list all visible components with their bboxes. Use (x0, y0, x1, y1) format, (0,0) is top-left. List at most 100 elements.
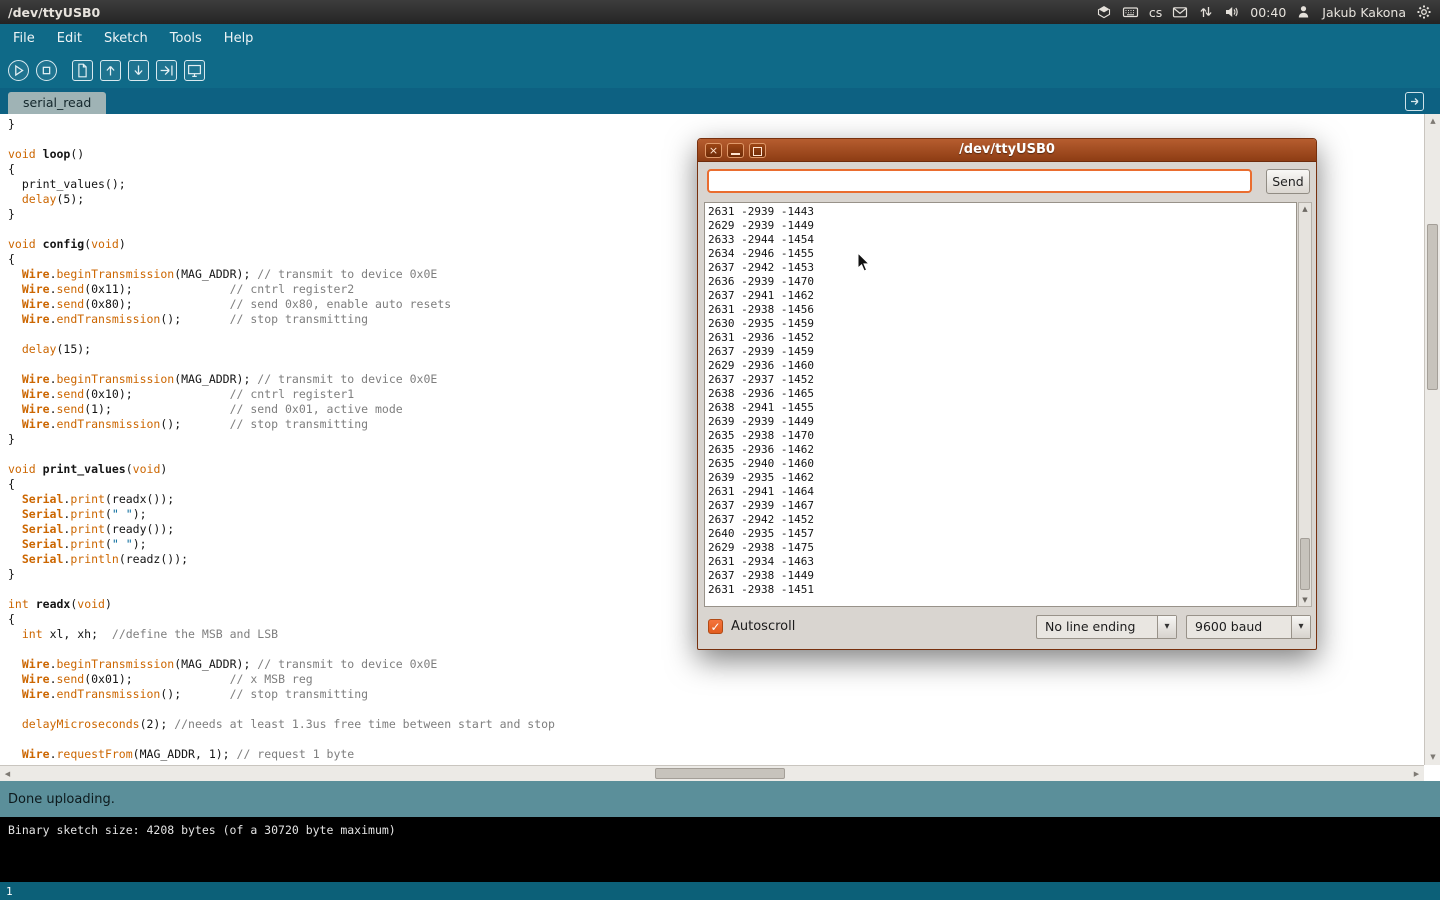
serial-output-line: 2637 -2942 -1453 (708, 261, 814, 275)
menu-sketch[interactable]: Sketch (93, 26, 159, 51)
serial-output-line: 2637 -2941 -1462 (708, 289, 814, 303)
network-arrows-icon[interactable] (1198, 4, 1214, 20)
serial-output-area[interactable]: 2631 -2939 -14432629 -2939 -14492633 -29… (704, 202, 1297, 607)
menu-help[interactable]: Help (213, 26, 265, 51)
menu-bar: File Edit Sketch Tools Help (0, 24, 1440, 52)
code-line: { (8, 612, 555, 627)
line-status-bar: 1 (0, 882, 1440, 900)
verify-button[interactable] (8, 60, 29, 81)
serial-output-line: 2639 -2939 -1449 (708, 415, 814, 429)
scroll-down-icon[interactable] (1425, 750, 1440, 765)
serial-output-line: 2630 -2935 -1459 (708, 317, 814, 331)
serial-output-line: 2633 -2944 -1454 (708, 233, 814, 247)
code-line: delay(5); (8, 192, 555, 207)
code-line: } (8, 117, 555, 132)
serial-output-line: 2635 -2936 -1462 (708, 443, 814, 457)
system-tray: cs 00:40 Jakub Kakona (1096, 4, 1432, 20)
code-line: void loop() (8, 147, 555, 162)
serial-output-line: 2640 -2935 -1457 (708, 527, 814, 541)
arduino-ide-screen: /dev/ttyUSB0 cs 00:40 Jakub Kakona File … (0, 0, 1440, 900)
scroll-left-icon[interactable] (0, 766, 15, 782)
new-sketch-button[interactable] (72, 60, 93, 81)
tab-menu-button[interactable] (1405, 92, 1424, 111)
serial-monitor-titlebar[interactable]: /dev/ttyUSB0 (698, 139, 1316, 162)
code-line: Wire.endTransmission(); // stop transmit… (8, 687, 555, 702)
serial-output-line: 2631 -2939 -1443 (708, 205, 814, 219)
keyboard-icon[interactable] (1122, 4, 1139, 20)
serial-output-scrollbar[interactable] (1298, 202, 1312, 607)
gear-icon[interactable] (1416, 4, 1432, 20)
code-line (8, 642, 555, 657)
editor-horizontal-scrollbar[interactable] (0, 765, 1424, 781)
serial-output-line: 2634 -2946 -1455 (708, 247, 814, 261)
mail-icon[interactable] (1172, 4, 1188, 20)
code-line: Wire.beginTransmission(MAG_ADDR); // tra… (8, 657, 555, 672)
autoscroll-checkbox[interactable] (708, 619, 723, 634)
chevron-down-icon[interactable] (1157, 616, 1176, 638)
code-text: } void loop() { print_values(); delay(5);… (8, 117, 555, 762)
baud-rate-select[interactable]: 9600 baud (1186, 615, 1311, 639)
serial-output-line: 2637 -2942 -1452 (708, 513, 814, 527)
serial-output-line: 2631 -2941 -1464 (708, 485, 814, 499)
code-line: } (8, 207, 555, 222)
code-line: Serial.print(" "); (8, 537, 555, 552)
code-line: delayMicroseconds(2); //needs at least 1… (8, 717, 555, 732)
code-line: int xl, xh; //define the MSB and LSB (8, 627, 555, 642)
serial-output-line: 2637 -2939 -1467 (708, 499, 814, 513)
code-line: Wire.send(0x11); // cntrl register2 (8, 282, 555, 297)
line-ending-select[interactable]: No line ending (1036, 615, 1177, 639)
menu-tools[interactable]: Tools (159, 26, 213, 51)
top-panel: /dev/ttyUSB0 cs 00:40 Jakub Kakona (0, 0, 1440, 24)
toolbar (0, 52, 1440, 88)
menu-edit[interactable]: Edit (46, 26, 93, 51)
scroll-right-icon[interactable] (1409, 766, 1424, 782)
serial-output-line: 2631 -2936 -1452 (708, 331, 814, 345)
serial-monitor-button[interactable] (184, 60, 205, 81)
serial-send-input[interactable] (707, 169, 1252, 193)
dropbox-icon[interactable] (1096, 4, 1112, 20)
volume-icon[interactable] (1224, 4, 1240, 20)
code-line: Wire.beginTransmission(MAG_ADDR); // tra… (8, 372, 555, 387)
code-line: print_values(); (8, 177, 555, 192)
scroll-up-icon[interactable] (1425, 114, 1440, 129)
tab-serial-read[interactable]: serial_read (8, 92, 106, 114)
serial-output-line: 2629 -2939 -1449 (708, 219, 814, 233)
serial-output-line: 2629 -2936 -1460 (708, 359, 814, 373)
code-line: { (8, 477, 555, 492)
serial-output-line: 2638 -2936 -1465 (708, 387, 814, 401)
send-button[interactable]: Send (1266, 169, 1310, 194)
current-line-number: 1 (6, 885, 13, 898)
console-text: Binary sketch size: 4208 bytes (of a 307… (8, 823, 396, 837)
serial-scroll-down-icon[interactable] (1299, 594, 1311, 606)
user-icon (1296, 4, 1312, 20)
chevron-down-icon[interactable] (1291, 616, 1310, 638)
serial-scroll-thumb[interactable] (1300, 538, 1310, 590)
serial-output-line: 2629 -2938 -1475 (708, 541, 814, 555)
username[interactable]: Jakub Kakona (1322, 5, 1406, 20)
open-button[interactable] (100, 60, 121, 81)
autoscroll-label: Autoscroll (731, 619, 795, 634)
code-line: Wire.requestFrom(MAG_ADDR, 1); // reques… (8, 747, 555, 762)
code-line (8, 327, 555, 342)
code-line: Wire.send(1); // send 0x01, active mode (8, 402, 555, 417)
keyboard-layout-indicator[interactable]: cs (1149, 5, 1162, 20)
editor-vertical-scrollbar[interactable] (1424, 114, 1440, 765)
save-button[interactable] (128, 60, 149, 81)
serial-output-line: 2637 -2939 -1459 (708, 345, 814, 359)
code-line: void config(void) (8, 237, 555, 252)
serial-monitor-title: /dev/ttyUSB0 (698, 142, 1316, 157)
tab-bar: serial_read (0, 88, 1440, 114)
menu-file[interactable]: File (2, 26, 46, 51)
serial-scroll-up-icon[interactable] (1299, 203, 1311, 215)
code-line (8, 732, 555, 747)
code-line (8, 222, 555, 237)
serial-output-line: 2637 -2937 -1452 (708, 373, 814, 387)
clock[interactable]: 00:40 (1250, 5, 1286, 20)
upload-button[interactable] (156, 60, 177, 81)
code-line (8, 582, 555, 597)
serial-output-line: 2635 -2940 -1460 (708, 457, 814, 471)
stop-button[interactable] (36, 60, 57, 81)
vertical-scroll-thumb[interactable] (1427, 224, 1438, 390)
code-line: { (8, 252, 555, 267)
horizontal-scroll-thumb[interactable] (655, 768, 785, 779)
